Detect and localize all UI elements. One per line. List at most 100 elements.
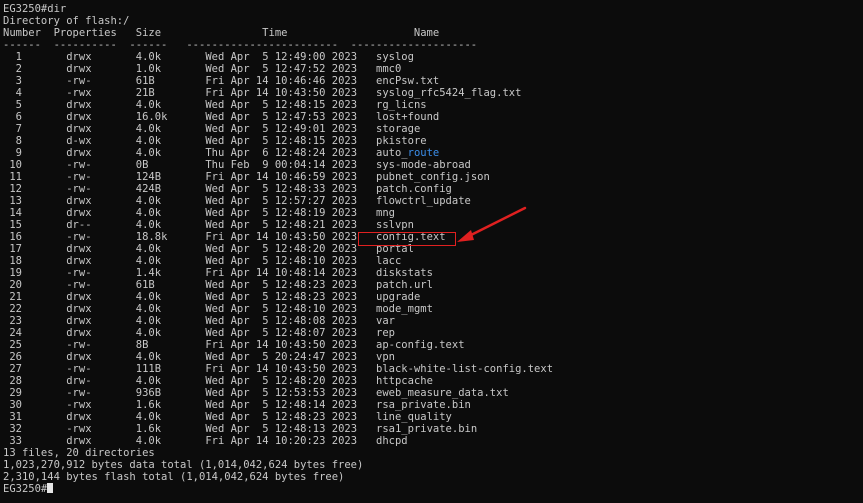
table-row: 12 -rw- 424B Wed Apr 5 12:48:33 2023 pat… [3,183,863,195]
row-time: Wed Apr 5 12:48:20 2023 [205,243,377,255]
row-name[interactable]: portal [376,243,414,255]
table-row: 29 -rw- 936B Wed Apr 5 12:53:53 2023 ewe… [3,387,863,399]
row-time: Wed Apr 5 20:24:47 2023 [205,351,377,363]
row-properties: dr-- [66,219,136,231]
row-number: 7 [3,123,22,135]
row-properties: -rw- [66,183,136,195]
row-name[interactable]: rg_licns [376,99,427,111]
row-properties: drwx [66,243,136,255]
row-properties: d-wx [66,135,136,147]
row-name[interactable]: var [376,315,395,327]
row-name[interactable]: dhcpd [376,435,408,447]
row-time: Wed Apr 5 12:48:15 2023 [205,99,377,111]
row-properties: -rw- [66,231,136,243]
row-size: 4.0k [135,207,206,219]
row-properties: -rwx [66,399,136,411]
table-row: 15 dr-- 4.0k Wed Apr 5 12:48:21 2023 ssl… [3,219,863,231]
row-number: 12 [3,183,22,195]
row-number: 16 [3,231,22,243]
table-header: Number Properties Size Time Name [3,27,440,39]
row-name[interactable]: storage [376,123,420,135]
row-number: 10 [3,159,22,171]
row-name[interactable]: diskstats [376,267,433,279]
table-row: 13 drwx 4.0k Wed Apr 5 12:57:27 2023 flo… [3,195,863,207]
row-time: Thu Feb 9 00:04:14 2023 [205,159,377,171]
terminal-window[interactable]: EG3250#dir Directory of flash:/ Number P… [0,0,863,503]
row-time: Fri Apr 14 10:43:50 2023 [205,87,377,99]
row-size: 4.0k [135,411,206,423]
row-name[interactable]: black-white-list-config.text [376,363,553,375]
row-number: 14 [3,207,22,219]
row-name[interactable]: mode_mgmt [376,303,433,315]
row-name[interactable]: line_quality [376,411,452,423]
row-properties: drwx [66,147,136,159]
row-number: 5 [3,99,22,111]
row-time: Thu Apr 6 12:48:24 2023 [205,147,377,159]
row-properties: drwx [66,411,136,423]
final-prompt-line[interactable]: EG3250# [3,483,863,495]
row-name[interactable]: ap-config.text [376,339,465,351]
row-properties: drwx [66,435,136,447]
row-properties: drwx [66,303,136,315]
row-time: Wed Apr 5 12:48:15 2023 [205,135,377,147]
table-row: 26 drwx 4.0k Wed Apr 5 20:24:47 2023 vpn [3,351,863,363]
row-number: 25 [3,339,22,351]
row-name[interactable]: rep [376,327,395,339]
row-name[interactable]: sys-mode-abroad [376,159,471,171]
row-name[interactable]: patch.config [376,183,452,195]
summary-files: 13 files, 20 directories [3,447,155,459]
row-number: 1 [3,51,22,63]
row-name[interactable]: syslog [376,51,414,63]
row-name[interactable]: upgrade [376,291,420,303]
row-name[interactable]: lost+found [376,111,439,123]
row-number: 19 [3,267,22,279]
row-size: 111B [135,363,206,375]
row-name[interactable]: eweb_measure_data.txt [376,387,509,399]
row-properties: drwx [66,63,136,75]
row-time: Wed Apr 5 12:53:53 2023 [205,387,377,399]
row-name[interactable]: mmc0 [376,63,401,75]
row-name[interactable]: flowctrl_update [376,195,471,207]
row-name[interactable]: vpn [376,351,395,363]
row-number: 18 [3,255,22,267]
row-name[interactable]: sslvpn [376,219,414,231]
table-row: 9 drwx 4.0k Thu Apr 6 12:48:24 2023 auto… [3,147,863,159]
row-number: 27 [3,363,22,375]
row-name[interactable]: config.text [376,231,446,243]
row-name[interactable]: patch.url [376,279,433,291]
row-name[interactable]: lacc [376,255,401,267]
table-row: 7 drwx 4.0k Wed Apr 5 12:49:01 2023 stor… [3,123,863,135]
row-time: Wed Apr 5 12:48:13 2023 [205,423,377,435]
row-time: Wed Apr 5 12:48:23 2023 [205,411,377,423]
row-name[interactable]: rsa1_private.bin [376,423,477,435]
row-number: 17 [3,243,22,255]
summary-data: 1,023,270,912 bytes data total (1,014,04… [3,459,364,471]
row-time: Wed Apr 5 12:48:10 2023 [205,255,377,267]
table-row: 19 -rw- 1.4k Fri Apr 14 10:48:14 2023 di… [3,267,863,279]
row-time: Wed Apr 5 12:49:00 2023 [205,51,377,63]
row-name[interactable]: auto_route [376,147,439,159]
row-time: Fri Apr 14 10:48:14 2023 [205,267,377,279]
row-name[interactable]: pubnet_config.json [376,171,490,183]
row-name[interactable]: syslog_rfc5424_flag.txt [376,87,521,99]
file-list: 1 drwx 4.0k Wed Apr 5 12:49:00 2023 sysl… [3,51,863,447]
row-name[interactable]: encPsw.txt [376,75,439,87]
row-properties: drwx [66,51,136,63]
row-name[interactable]: pkistore [376,135,427,147]
row-number: 15 [3,219,22,231]
table-row: 8 d-wx 4.0k Wed Apr 5 12:48:15 2023 pkis… [3,135,863,147]
row-time: Fri Apr 14 10:43:50 2023 [205,339,377,351]
row-time: Fri Apr 14 10:43:50 2023 [205,363,377,375]
final-prompt: EG3250# [3,483,48,495]
table-row: 2 drwx 1.0k Wed Apr 5 12:47:52 2023 mmc0 [3,63,863,75]
table-row: 11 -rw- 124B Fri Apr 14 10:46:59 2023 pu… [3,171,863,183]
table-row: 23 drwx 4.0k Wed Apr 5 12:48:08 2023 var [3,315,863,327]
row-properties: drw- [66,375,136,387]
row-name[interactable]: httpcache [376,375,433,387]
row-name[interactable]: rsa_private.bin [376,399,471,411]
row-properties: drwx [66,195,136,207]
row-name[interactable]: mng [376,207,395,219]
row-size: 4.0k [135,327,206,339]
table-row: 16 -rw- 18.8k Fri Apr 14 10:43:50 2023 c… [3,231,863,243]
row-properties: -rw- [66,387,136,399]
